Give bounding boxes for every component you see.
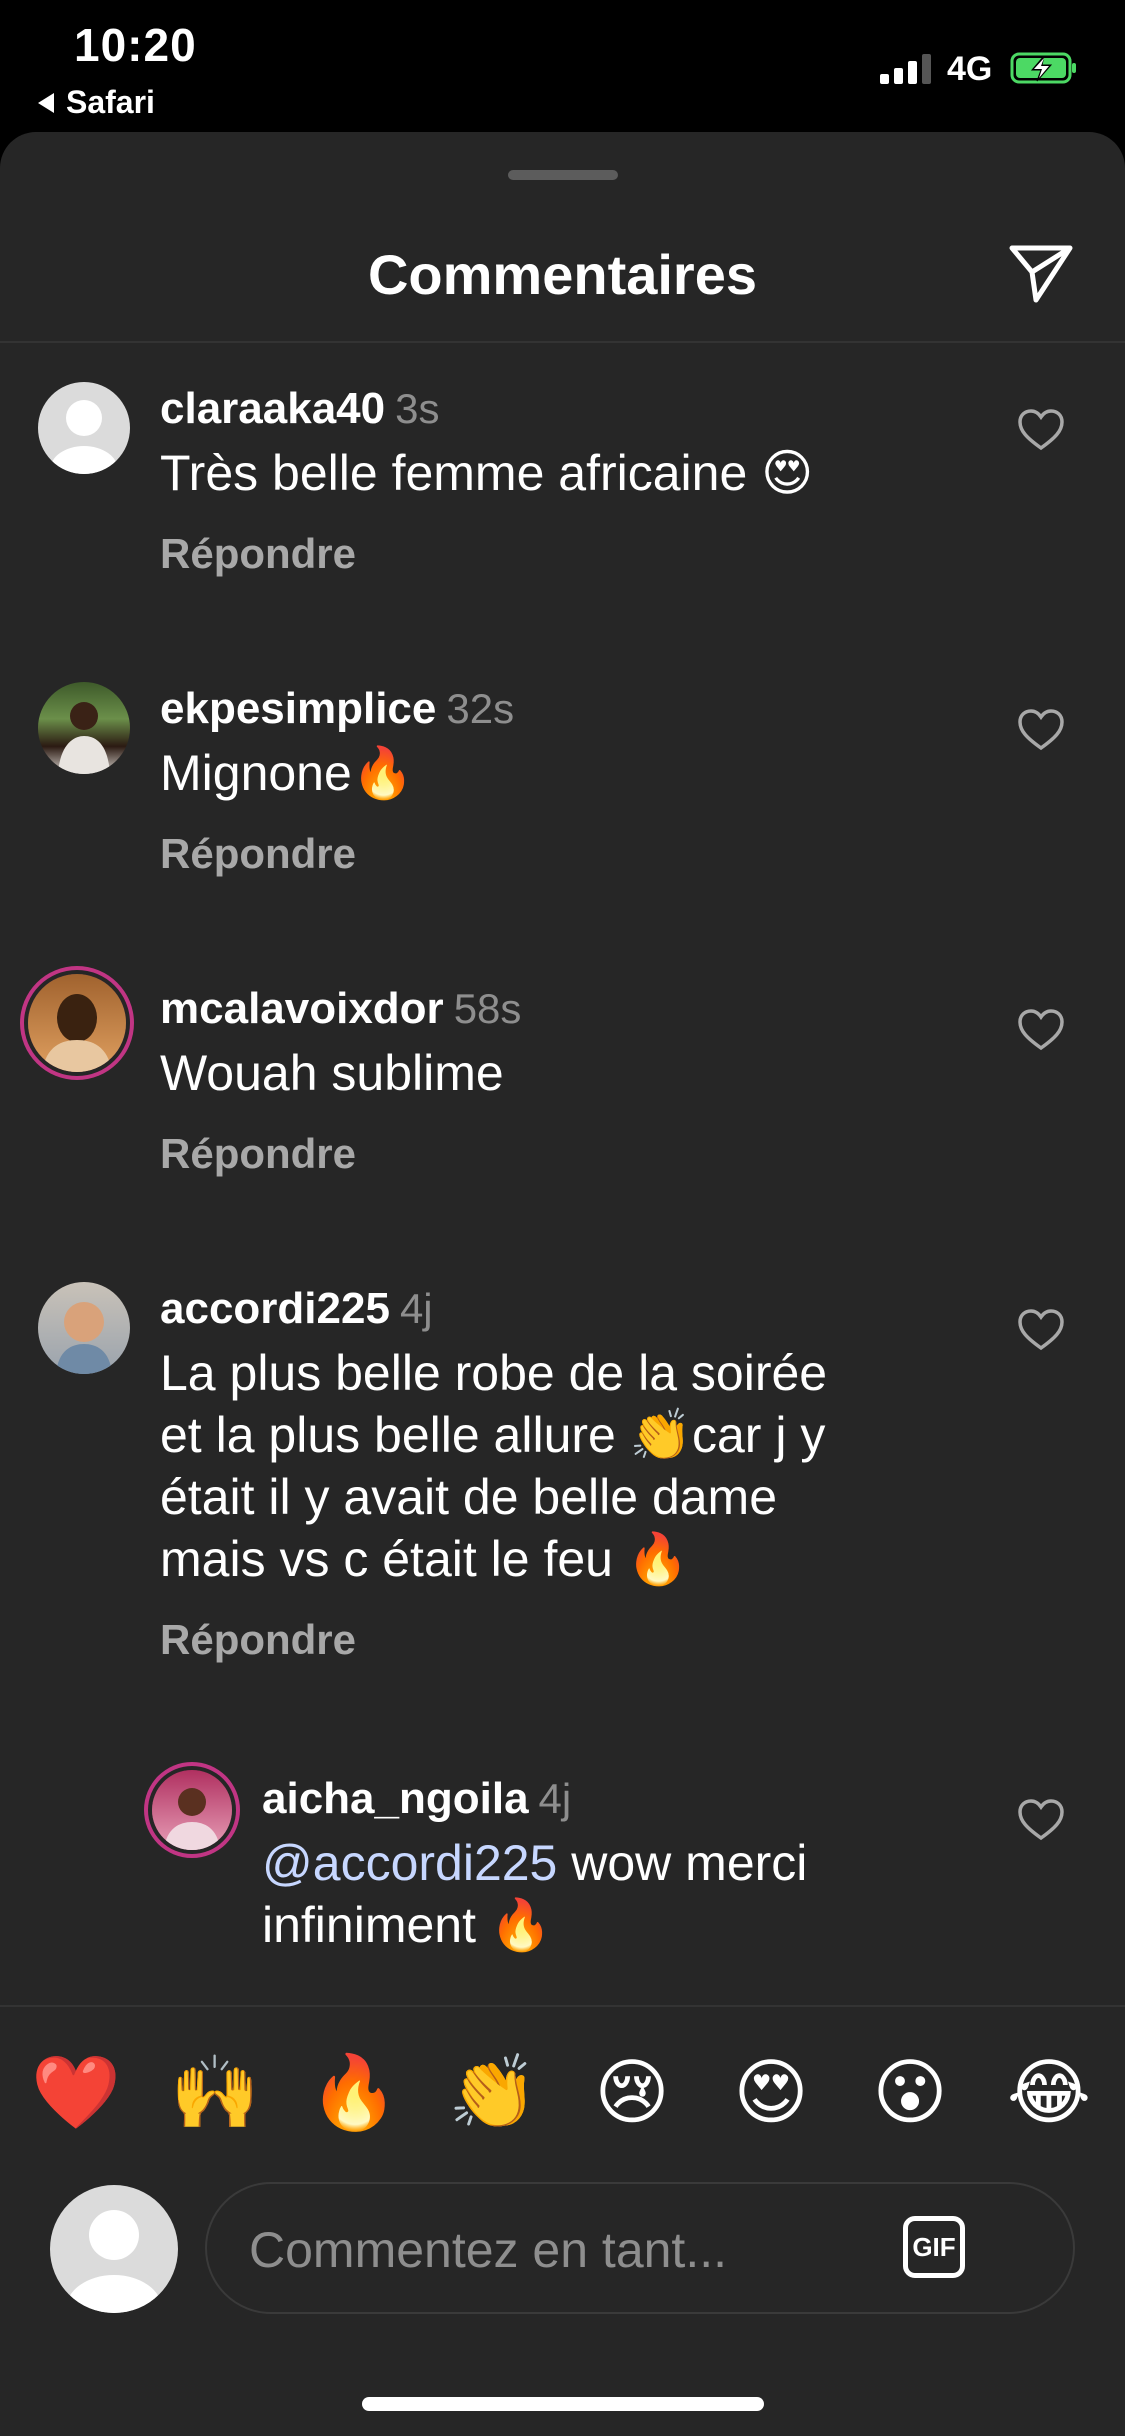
emoji-surprised-button[interactable]: 😮	[860, 2047, 960, 2137]
emoji-heart-eyes-button[interactable]: 😍	[721, 2047, 821, 2137]
comment-text-line: infiniment 🔥	[262, 1897, 553, 1953]
comment-text-line: La plus belle robe de la soirée	[160, 1345, 828, 1401]
comment-composer: GIF	[0, 2182, 1125, 2322]
header-divider	[0, 341, 1125, 343]
like-heart-icon[interactable]	[1017, 1308, 1065, 1352]
comment-input[interactable]	[247, 2212, 891, 2288]
emoji-laughing-button[interactable]: 😂	[999, 2047, 1099, 2137]
comments-sheet: Commentaires claraaka40 3s Très belle fem…	[0, 132, 1125, 2436]
comments-list[interactable]: claraaka40 3s Très belle femme africaine …	[0, 344, 1125, 1999]
signal-icon	[880, 52, 936, 84]
comment-text: La plus belle robe de la soirée et la pl…	[160, 1342, 980, 1590]
comment-text-line: était il y avait de belle dame	[160, 1469, 778, 1525]
comment-time: 4j	[538, 1775, 572, 1822]
comment-text: Mignone🔥	[160, 745, 415, 801]
avatar-photo	[56, 1302, 112, 1374]
comment-time: 32s	[446, 685, 515, 732]
emoji-clap-button[interactable]: 👏	[443, 2047, 543, 2137]
status-bar: 10:20 Safari 4G	[0, 0, 1125, 130]
avatar-photo	[42, 994, 112, 1072]
like-heart-icon[interactable]	[1017, 708, 1065, 752]
avatar-photo	[58, 702, 110, 774]
send-icon[interactable]	[1006, 238, 1076, 308]
comment-input-box[interactable]: GIF	[205, 2182, 1075, 2314]
comment-text-line: mais vs c était le feu 🔥	[160, 1531, 690, 1587]
reply-button[interactable]: Répondre	[160, 530, 980, 578]
page-title: Commentaires	[367, 243, 758, 306]
reply-button[interactable]: Répondre	[160, 1616, 980, 1664]
back-to-safari-button[interactable]: Safari	[38, 84, 155, 121]
avatar-photo	[164, 1788, 220, 1850]
comment-time: 58s	[453, 985, 522, 1032]
comment-time: 3s	[395, 385, 440, 432]
gif-button[interactable]: GIF	[903, 2216, 965, 2278]
avatar[interactable]	[28, 974, 126, 1072]
comment-username[interactable]: accordi225	[160, 1284, 390, 1333]
comment-username[interactable]: claraaka40	[160, 384, 385, 433]
clock: 10:20	[74, 19, 197, 71]
emoji-crying-button[interactable]: 😢	[582, 2047, 682, 2137]
comment-username[interactable]: ekpesimplice	[160, 684, 436, 733]
emoji-raised-hands-button[interactable]: 🙌	[165, 2047, 265, 2137]
default-avatar-icon	[50, 400, 118, 474]
comment-time: 4j	[399, 1285, 433, 1332]
comment-text-segment: wow merci	[557, 1835, 808, 1891]
mention-link[interactable]: @accordi225	[262, 1835, 557, 1891]
quick-emoji-bar: ❤️ 🙌 🔥 👏 😢 😍 😮 😂	[26, 2047, 1099, 2137]
like-heart-icon[interactable]	[1017, 408, 1065, 452]
my-avatar	[50, 2185, 178, 2313]
comment-username[interactable]: aicha_ngoila	[262, 1774, 529, 1823]
like-heart-icon[interactable]	[1017, 1008, 1065, 1052]
sheet-grabber[interactable]	[508, 170, 618, 180]
comment-text: Très belle femme africaine 😍	[160, 445, 814, 501]
avatar[interactable]	[38, 682, 130, 774]
emoji-bar-divider	[0, 2005, 1125, 2007]
reply-button[interactable]: Répondre	[160, 830, 980, 878]
battery-charging-icon	[1010, 52, 1076, 84]
comment-username[interactable]: mcalavoixdor	[160, 984, 444, 1033]
reply-button[interactable]: Répondre	[160, 1130, 980, 1178]
avatar[interactable]	[152, 1770, 232, 1850]
default-avatar-icon	[66, 2210, 162, 2313]
emoji-fire-button[interactable]: 🔥	[304, 2047, 404, 2137]
comment-text-line: et la plus belle allure 👏car j y	[160, 1407, 826, 1463]
comment-text: @accordi225 wow merci infiniment 🔥	[262, 1832, 1002, 1956]
network-label: 4G	[947, 50, 993, 88]
back-arrow-icon	[38, 92, 54, 113]
comment-text: Wouah sublime	[160, 1045, 504, 1101]
like-heart-icon[interactable]	[1017, 1798, 1065, 1842]
avatar[interactable]	[38, 382, 130, 474]
emoji-heart-button[interactable]: ❤️	[26, 2047, 126, 2137]
home-indicator[interactable]	[362, 2397, 764, 2411]
back-label: Safari	[66, 84, 155, 120]
avatar[interactable]	[38, 1282, 130, 1374]
